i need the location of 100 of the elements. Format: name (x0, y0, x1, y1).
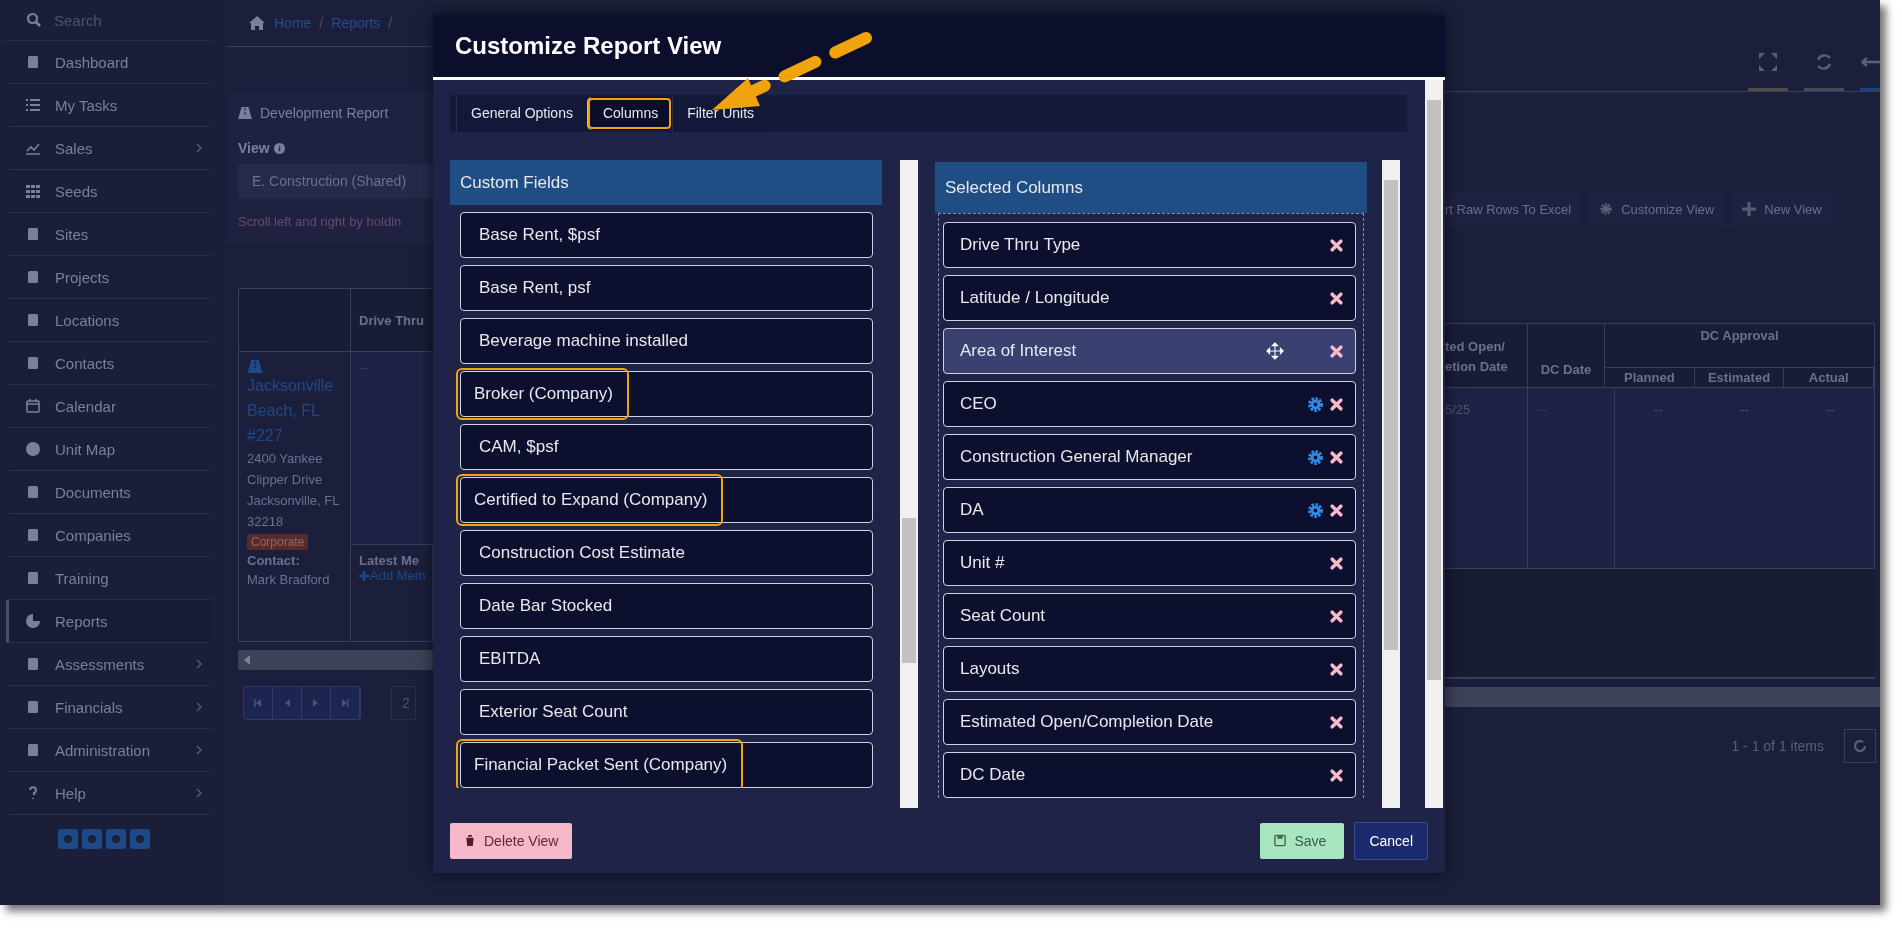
sidebar-item[interactable]: Administration (6, 729, 210, 772)
refresh-icon[interactable] (1814, 52, 1834, 72)
sidebar-item[interactable]: Reports (6, 600, 210, 643)
sidebar-item[interactable]: Assessments (6, 643, 210, 686)
field-item[interactable]: Base Rent, $psf (460, 212, 873, 258)
social-media-icon[interactable] (130, 829, 150, 849)
sidebar-item[interactable]: My Tasks (6, 84, 210, 127)
sidebar-item[interactable]: Sales (6, 127, 210, 170)
column-item[interactable]: Latitude / Longitude (943, 275, 1356, 321)
social-media-icon[interactable] (82, 829, 102, 849)
settings-icon[interactable] (1307, 395, 1324, 413)
remove-icon[interactable] (1330, 397, 1343, 411)
sidebar-label: Training (55, 569, 110, 587)
list-header: Custom Fields (450, 160, 882, 205)
chevron-right-icon (196, 659, 202, 669)
column-item[interactable]: Drive Thru Type (943, 222, 1356, 268)
cancel-button[interactable]: Cancel (1354, 821, 1428, 860)
field-item[interactable]: Exterior Seat Count (460, 689, 873, 735)
sidebar-label: Locations (55, 311, 121, 329)
remove-icon[interactable] (1330, 238, 1343, 252)
toolbar-button[interactable]: Customize View (1589, 192, 1725, 226)
sidebar-label: Calendar (55, 397, 117, 415)
expand-icon[interactable] (1758, 52, 1778, 72)
sidebar-item[interactable]: Seeds (6, 170, 210, 213)
column-item[interactable]: Seat Count (943, 593, 1356, 639)
settings-icon[interactable] (1307, 448, 1324, 466)
field-item[interactable]: CAM, $psf (460, 424, 873, 470)
info-icon (273, 142, 285, 154)
sidebar-item[interactable]: Financials (6, 686, 210, 729)
table-cell: -- (359, 360, 368, 375)
gear-icon (1599, 202, 1614, 216)
remove-icon[interactable] (1330, 344, 1343, 358)
plus-icon (1742, 202, 1757, 216)
column-item[interactable]: Layouts (943, 646, 1356, 692)
remove-icon[interactable] (1330, 291, 1343, 305)
sidebar-item[interactable]: Locations (6, 299, 210, 342)
sidebar-item[interactable]: Documents (6, 471, 210, 514)
home-icon[interactable] (248, 15, 266, 31)
sidebar-label: Dashboard (55, 53, 130, 71)
chevron-right-icon (196, 788, 202, 798)
toolbar-button[interactable]: New View (1732, 192, 1832, 226)
field-item[interactable]: Construction Cost Estimate (460, 530, 873, 576)
social-media-icon[interactable] (106, 829, 126, 849)
sidebar-item[interactable]: Projects (6, 256, 210, 299)
sidebar-item[interactable]: Sites (6, 213, 210, 256)
remove-icon[interactable] (1330, 556, 1343, 570)
field-label: Base Rent, psf (478, 277, 592, 299)
search-field[interactable]: Search (52, 10, 186, 30)
column-item[interactable]: CEO (943, 381, 1356, 427)
column-item[interactable]: DA (943, 487, 1356, 533)
column-label: Latitude / Longitude (960, 288, 1111, 308)
remove-icon[interactable] (1330, 662, 1343, 676)
field-item[interactable]: Date Bar Stocked (460, 583, 873, 629)
sidebar-item[interactable]: Help (6, 772, 210, 815)
remove-icon[interactable] (1330, 768, 1343, 782)
column-header: Drive Thru (359, 312, 424, 328)
column-item[interactable]: Area of Interest (943, 328, 1356, 374)
field-label: Base Rent, $psf (478, 224, 601, 246)
toolbar-button[interactable]: rt Raw Rows To Excel (1445, 192, 1582, 226)
column-item[interactable]: Construction General Manager (943, 434, 1356, 480)
view-select[interactable]: E. Construction (Shared) (238, 164, 433, 198)
pagination-summary: 1 - 1 of 1 items (1731, 738, 1824, 754)
column-label: Estimated Open/Completion Date (960, 712, 1215, 732)
save-button[interactable]: Save (1260, 822, 1345, 859)
report-title: Development Report (260, 105, 389, 121)
table-cell: -- (1826, 402, 1836, 417)
field-item[interactable]: EBITDA (460, 636, 873, 682)
column-label: DA (960, 500, 985, 520)
field-item[interactable]: Beverage machine installed (460, 318, 873, 364)
settings-icon[interactable] (1307, 501, 1324, 519)
column-header: Estimated (1694, 368, 1785, 387)
social-media-icon[interactable] (58, 829, 78, 849)
delete-button[interactable]: Delete View (450, 822, 573, 859)
calendar-icon (25, 398, 41, 414)
column-header: Actual (1784, 368, 1874, 387)
list-icon (25, 97, 41, 113)
field-item[interactable]: Base Rent, psf (460, 265, 873, 311)
sidebar-item[interactable]: Companies (6, 514, 210, 557)
reload-button[interactable] (1844, 729, 1876, 763)
remove-icon[interactable] (1330, 503, 1343, 517)
sidebar-item[interactable]: Calendar (6, 385, 210, 428)
column-item[interactable]: Unit # (943, 540, 1356, 586)
remove-icon[interactable] (1330, 715, 1343, 729)
sidebar-label: Sites (55, 225, 90, 243)
horizontal-scrollbar[interactable] (238, 650, 433, 670)
remove-icon[interactable] (1330, 609, 1343, 623)
column-label: Unit # (960, 553, 1006, 573)
breadcrumb-separator: / (388, 15, 393, 31)
column-item[interactable]: Estimated Open/Completion Date (943, 699, 1356, 745)
horizontal-scrollbar[interactable] (1445, 687, 1880, 707)
sidebar-item[interactable]: Unit Map (6, 428, 210, 471)
sidebar-item[interactable]: Dashboard (6, 41, 210, 84)
caret-left-icon[interactable] (244, 655, 250, 665)
column-item[interactable]: DC Date (943, 752, 1356, 798)
contact-name: Mark Bradford (247, 571, 330, 589)
tab[interactable]: Columns (586, 97, 673, 130)
remove-icon[interactable] (1330, 450, 1343, 464)
sidebar-item[interactable]: Contacts (6, 342, 210, 385)
memo-label: Latest Me (359, 553, 420, 568)
table-cell: -- (1740, 402, 1749, 417)
